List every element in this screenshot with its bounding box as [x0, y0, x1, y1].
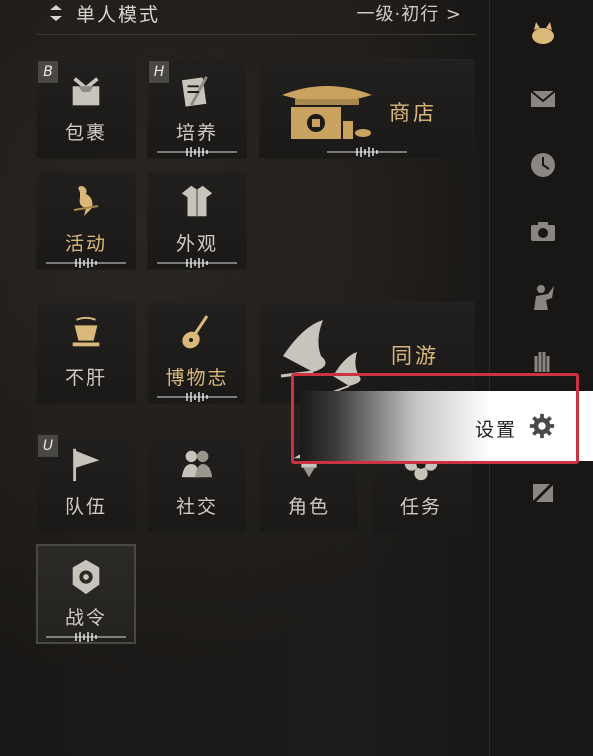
- tile-label: 角色: [287, 496, 330, 518]
- tile-label: 培养: [175, 122, 218, 144]
- tile-label: 同游: [391, 344, 439, 368]
- pavilion-icon: [282, 86, 372, 139]
- book-sword-icon: [181, 76, 208, 107]
- tile-label: 活动: [64, 233, 107, 255]
- wave-decoration: [46, 258, 126, 268]
- settings-highlight-box: [291, 373, 579, 464]
- tile-label: 包裹: [64, 122, 107, 144]
- clock-icon[interactable]: [528, 150, 558, 180]
- wave-decoration: [157, 392, 237, 402]
- tile-label: 外观: [175, 233, 218, 255]
- tile-label: 社交: [175, 496, 218, 518]
- wave-decoration: [46, 632, 126, 642]
- hand-icon[interactable]: [528, 346, 558, 376]
- tile-bag[interactable]: B 包裹: [36, 59, 136, 159]
- tile-nogrind[interactable]: 不肝: [36, 302, 136, 404]
- tile-shop[interactable]: 商店: [259, 59, 474, 159]
- tile-label: 商店: [389, 101, 437, 125]
- tile-appearance[interactable]: 外观: [147, 170, 247, 270]
- people-icon: [181, 450, 213, 478]
- wave-decoration: [326, 147, 407, 157]
- mode-label: 单人模式: [76, 4, 161, 26]
- tile-social[interactable]: 社交: [147, 433, 247, 533]
- tile-museum[interactable]: 博物志: [147, 302, 247, 404]
- lantern-icon: [72, 559, 100, 595]
- pipa-icon: [182, 315, 209, 349]
- bag-icon: [72, 77, 100, 106]
- flag-slash-icon[interactable]: [528, 478, 558, 508]
- hotkey-badge: H: [149, 61, 169, 83]
- hotkey-badge: B: [38, 61, 58, 83]
- bird-icon: [73, 186, 99, 216]
- tile-battlepass[interactable]: 战令: [36, 544, 136, 644]
- mode-header[interactable]: 单人模式 一级·初行 >: [36, 0, 476, 35]
- rank-link[interactable]: 一级·初行 >: [356, 0, 462, 26]
- wave-decoration: [157, 147, 237, 157]
- tile-cultivate[interactable]: H 培养: [147, 59, 247, 159]
- tile-label: 不肝: [64, 367, 107, 389]
- camera-icon[interactable]: [528, 216, 558, 246]
- tile-label: 博物志: [165, 367, 229, 389]
- pose-icon[interactable]: [528, 282, 558, 312]
- cat-icon[interactable]: [528, 18, 558, 48]
- mail-icon[interactable]: [528, 84, 558, 114]
- tile-label: 任务: [399, 496, 442, 518]
- hotkey-badge: U: [38, 435, 58, 457]
- wave-decoration: [157, 258, 237, 268]
- tile-label: 战令: [64, 607, 107, 629]
- tile-team[interactable]: U 队伍: [36, 433, 136, 533]
- flag-icon: [73, 448, 100, 482]
- swap-arrows-icon: [50, 5, 62, 21]
- tile-activity[interactable]: 活动: [36, 170, 136, 270]
- robe-icon: [181, 185, 213, 217]
- tile-label: 队伍: [64, 496, 107, 518]
- tea-cup-icon: [72, 316, 100, 347]
